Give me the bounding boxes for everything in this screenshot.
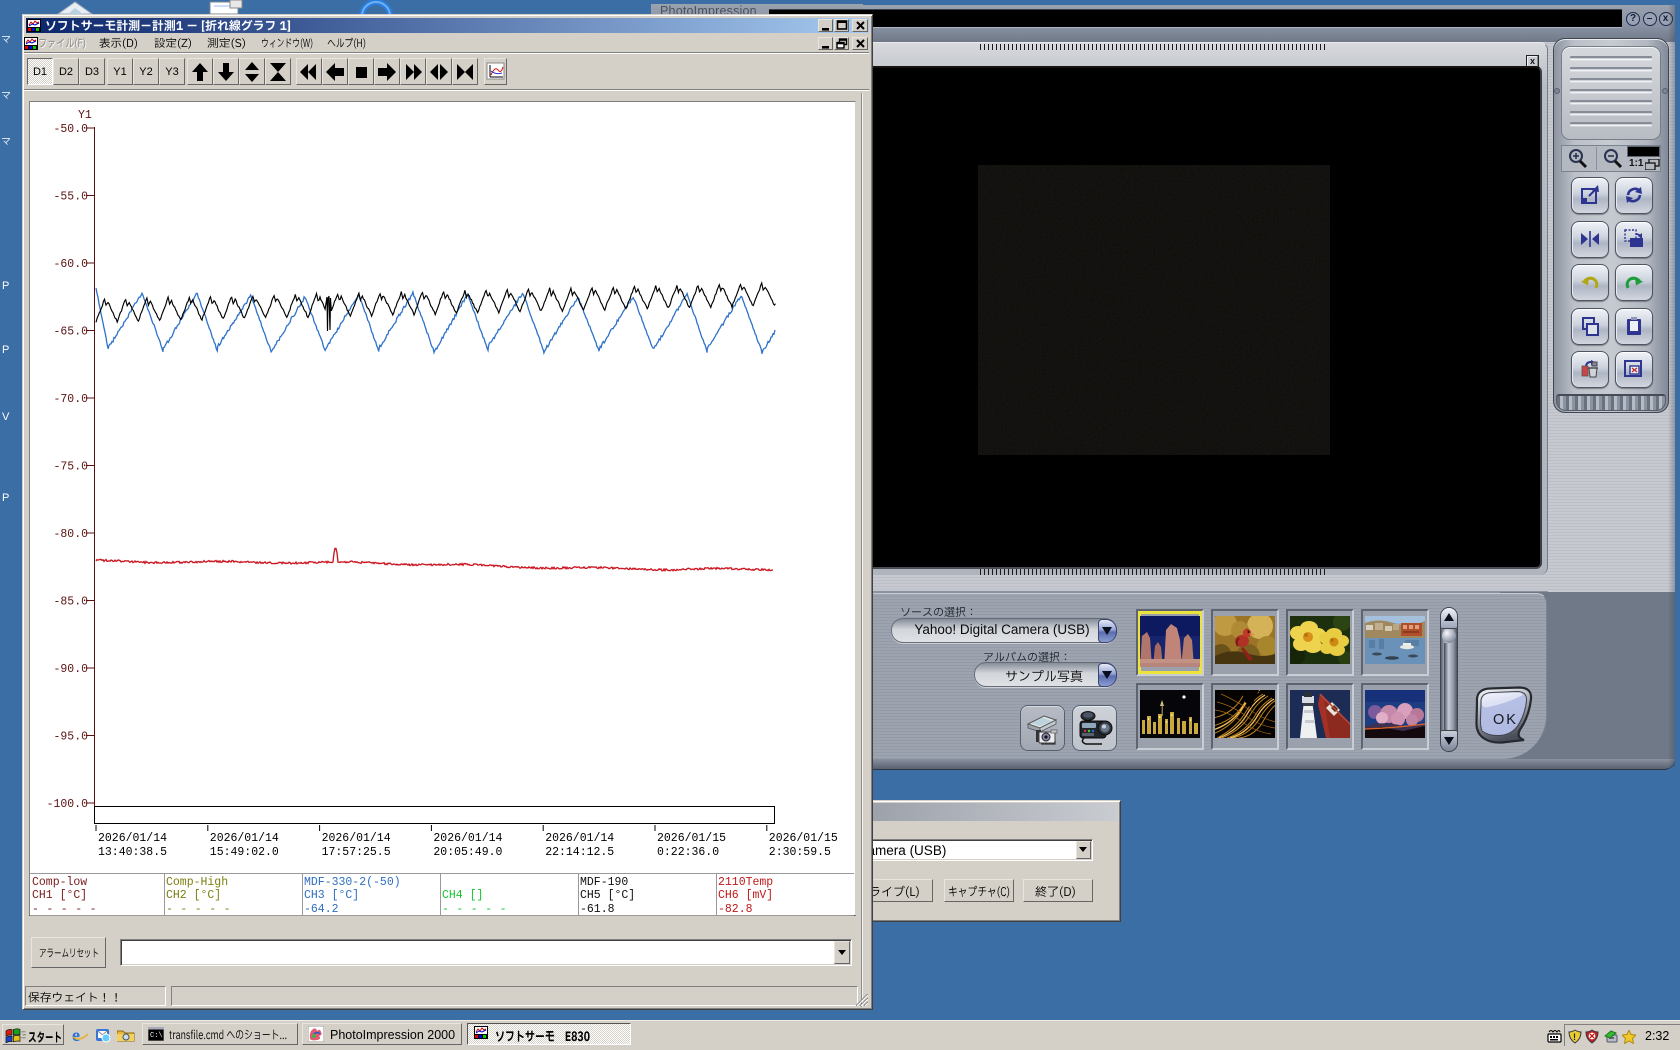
- svg-text:13:40:38.5: 13:40:38.5: [98, 846, 167, 859]
- svg-text:-95.0: -95.0: [53, 731, 88, 744]
- svg-text:2026/01/14: 2026/01/14: [322, 832, 391, 845]
- svg-text:-65.0: -65.0: [53, 326, 88, 339]
- svg-text:2026/01/14: 2026/01/14: [98, 832, 167, 845]
- svg-text:-75.0: -75.0: [53, 461, 88, 474]
- svg-text:-90.0: -90.0: [53, 663, 88, 676]
- svg-text:-60.0: -60.0: [53, 258, 88, 271]
- svg-text:2026/01/14: 2026/01/14: [433, 832, 502, 845]
- svg-text:0:22:36.0: 0:22:36.0: [657, 846, 719, 859]
- svg-text:15:49:02.0: 15:49:02.0: [210, 846, 279, 859]
- svg-text:2026/01/15: 2026/01/15: [769, 832, 838, 845]
- svg-text:-85.0: -85.0: [53, 596, 88, 609]
- svg-text:-55.0: -55.0: [53, 191, 88, 204]
- svg-text:!: !: [1573, 1032, 1576, 1042]
- svg-text:OK: OK: [1493, 712, 1518, 728]
- svg-text:-70.0: -70.0: [53, 393, 88, 406]
- svg-text:22:14:12.5: 22:14:12.5: [545, 846, 614, 859]
- svg-text:Y1: Y1: [78, 109, 92, 122]
- svg-text:-80.0: -80.0: [53, 528, 88, 541]
- svg-text:17:57:25.5: 17:57:25.5: [322, 846, 391, 859]
- svg-text:e: e: [72, 1026, 80, 1044]
- svg-text:-50.0: -50.0: [53, 123, 88, 136]
- svg-text:2026/01/14: 2026/01/14: [545, 832, 614, 845]
- svg-text:-100.0: -100.0: [47, 798, 89, 811]
- svg-text:2026/01/14: 2026/01/14: [210, 832, 279, 845]
- svg-text:2:30:59.5: 2:30:59.5: [769, 846, 831, 859]
- svg-text:2026/01/15: 2026/01/15: [657, 832, 726, 845]
- svg-text:20:05:49.0: 20:05:49.0: [433, 846, 502, 859]
- svg-text:C:\: C:\: [150, 1032, 163, 1040]
